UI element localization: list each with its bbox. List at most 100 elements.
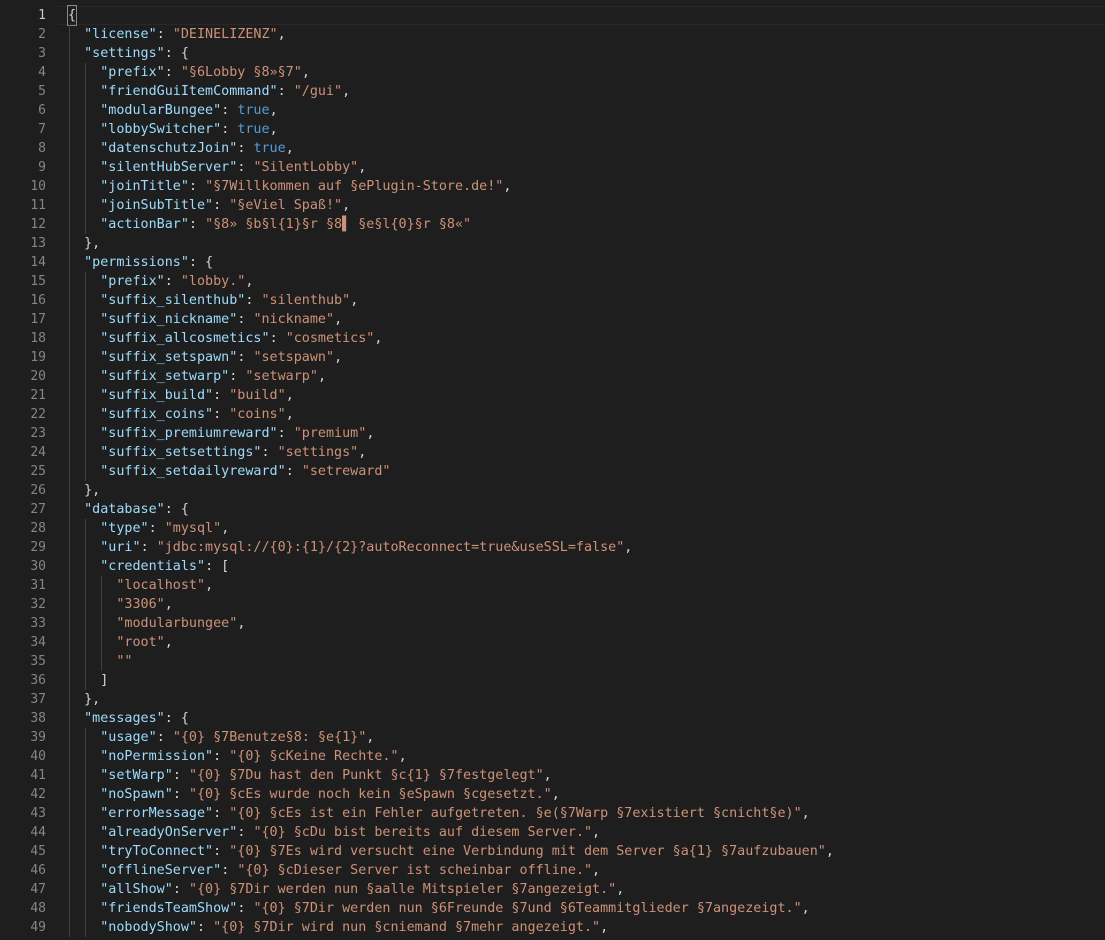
code-line[interactable]: "allShow": "{0} §7Dir werden nun §aalle … [68,880,1098,899]
line-number: 37 [30,692,46,707]
code-line[interactable]: "noSpawn": "{0} §cEs wurde noch kein §eS… [68,785,1098,804]
json-punctuation: , [592,825,601,840]
code-line[interactable]: "alreadyOnServer": "{0} §cDu bist bereit… [68,823,1098,842]
code-line[interactable]: "joinTitle": "§7Willkommen auf §ePlugin-… [68,177,1098,196]
code-line[interactable]: "noPermission": "{0} §cKeine Rechte.", [68,747,1098,766]
indent-guide [85,405,87,424]
json-punctuation: : [172,882,189,897]
json-string: "{0} §7Dir werden nun §aalle Mitspieler … [188,882,617,897]
indent-guide [85,880,87,899]
json-punctuation: , [285,388,294,403]
json-string: "" [116,654,133,669]
json-key: "permissions" [84,255,189,270]
code-line[interactable]: "suffix_setsettings": "settings", [68,443,1098,462]
json-string: "build" [229,388,286,403]
code-line[interactable]: "suffix_allcosmetics": "cosmetics", [68,329,1098,348]
code-line[interactable]: "license": "DEINELIZENZ", [68,25,1098,44]
json-key: "uri" [100,540,141,555]
indent-guide [85,899,87,918]
indent-guide [85,557,87,576]
json-string: "premium" [293,426,367,441]
code-line[interactable]: "database": { [68,500,1098,519]
line-number-gutter: 1 2 3 4 5 6 7 8 9 10 11 12 13 14 15 16 17 18 19 20 21 22 23 24 2… [0,6,46,937]
code-line[interactable]: }, [68,690,1098,709]
json-string: "mysql" [164,521,222,536]
code-line[interactable]: "root", [68,633,1098,652]
code-line[interactable]: { [66,5,1098,26]
code-line[interactable]: "tryToConnect": "{0} §7Es wird versucht … [68,842,1098,861]
indent-guide [85,538,87,557]
code-line[interactable]: "suffix_premiumreward": "premium", [68,424,1098,443]
indent-guide [101,633,103,652]
json-string: "setspawn" [253,350,335,365]
code-line[interactable]: "suffix_setdailyreward": "setreward" [68,462,1098,481]
code-line[interactable]: "errorMessage": "{0} §cEs ist ein Fehler… [68,804,1098,823]
indent-guide [85,367,87,386]
code-line[interactable]: "uri": "jdbc:mysql://{0}:{1}/{2}?autoRec… [68,538,1098,557]
code-line[interactable]: "messages": { [68,709,1098,728]
indent-guide [69,671,70,690]
code-line[interactable]: "usage": "{0} §7Benutze§8: §e{1}", [68,728,1098,747]
code-line[interactable]: "friendGuiItemCommand": "/gui", [68,82,1098,101]
line-number: 41 [30,768,46,783]
json-key: "noSpawn" [100,787,173,802]
json-punctuation: : [237,825,254,840]
line-number: 18 [30,331,46,346]
code-line[interactable]: "prefix": "lobby.", [68,272,1098,291]
code-area[interactable]: { "license": "DEINELIZENZ", "settings": … [66,5,1098,937]
code-line[interactable]: "setWarp": "{0} §7Du hast den Punkt §c{1… [68,766,1098,785]
code-line[interactable]: "suffix_setspawn": "setspawn", [68,348,1098,367]
json-punctuation: , [358,160,367,175]
previous-line-text [68,0,638,3]
code-line[interactable]: "suffix_nickname": "nickname", [68,310,1098,329]
indent-guide [69,728,70,747]
json-string: "§eViel Spaß!" [229,198,343,213]
code-line[interactable]: "silentHubServer": "SilentLobby", [68,158,1098,177]
json-key: "type" [100,521,149,536]
code-line[interactable]: "lobbySwitcher": true, [68,120,1098,139]
json-punctuation: , [366,730,375,745]
json-string: "{0} §7Du hast den Punkt §c{1} §7festgel… [188,768,544,783]
code-line[interactable]: "suffix_setwarp": "setwarp", [68,367,1098,386]
code-line[interactable]: "joinSubTitle": "§eViel Spaß!", [68,196,1098,215]
json-punctuation: : [237,350,254,365]
code-line[interactable]: "modularBungee": true, [68,101,1098,120]
json-punctuation: : [188,179,206,194]
code-line[interactable]: "settings": { [68,44,1098,63]
code-line[interactable]: }, [68,234,1098,253]
json-punctuation: : [269,331,286,346]
code-line[interactable]: "credentials": [ [68,557,1098,576]
json-string: "{0} §cDu bist bereits auf diesem Server… [253,825,593,840]
code-line[interactable]: "prefix": "§6Lobby §8»§7", [68,63,1098,82]
indent-guide [85,158,87,177]
line-number: 33 [30,616,46,631]
code-line[interactable]: "actionBar": "§8» §b§l{1}§r §8▌ §e§l{0}§… [68,215,1098,234]
json-punctuation: , [221,521,230,536]
code-line[interactable]: "permissions": { [68,253,1098,272]
code-line[interactable]: "" [68,652,1098,671]
code-line[interactable]: "suffix_build": "build", [68,386,1098,405]
line-number: 17 [30,312,46,327]
code-line[interactable]: "localhost", [68,576,1098,595]
code-line[interactable]: "offlineServer": "{0} §cDieser Server is… [68,861,1098,880]
code-line[interactable]: "type": "mysql", [68,519,1098,538]
code-line[interactable]: "suffix_coins": "coins", [68,405,1098,424]
code-line[interactable]: "friendsTeamShow": "{0} §7Dir werden nun… [68,899,1098,918]
code-line[interactable]: }, [68,481,1098,500]
code-line[interactable]: "3306", [68,595,1098,614]
code-line[interactable]: "suffix_silenthub": "silenthub", [68,291,1098,310]
code-line[interactable]: "nobodyShow": "{0} §7Dir wird nun §cniem… [68,918,1098,937]
json-key: "silentHubServer" [100,160,238,175]
json-punctuation: : [164,65,181,80]
indent-guide [85,443,87,462]
indent-guide [85,728,87,747]
code-line[interactable]: "datenschutzJoin": true, [68,139,1098,158]
code-line[interactable]: ] [68,671,1098,690]
code-line[interactable]: "modularbungee", [68,614,1098,633]
code-editor[interactable]: 1 2 3 4 5 6 7 8 9 10 11 12 13 14 15 16 17 18 19 20 21 22 23 24 2… [0,0,1105,940]
json-punctuation: : [188,217,206,232]
